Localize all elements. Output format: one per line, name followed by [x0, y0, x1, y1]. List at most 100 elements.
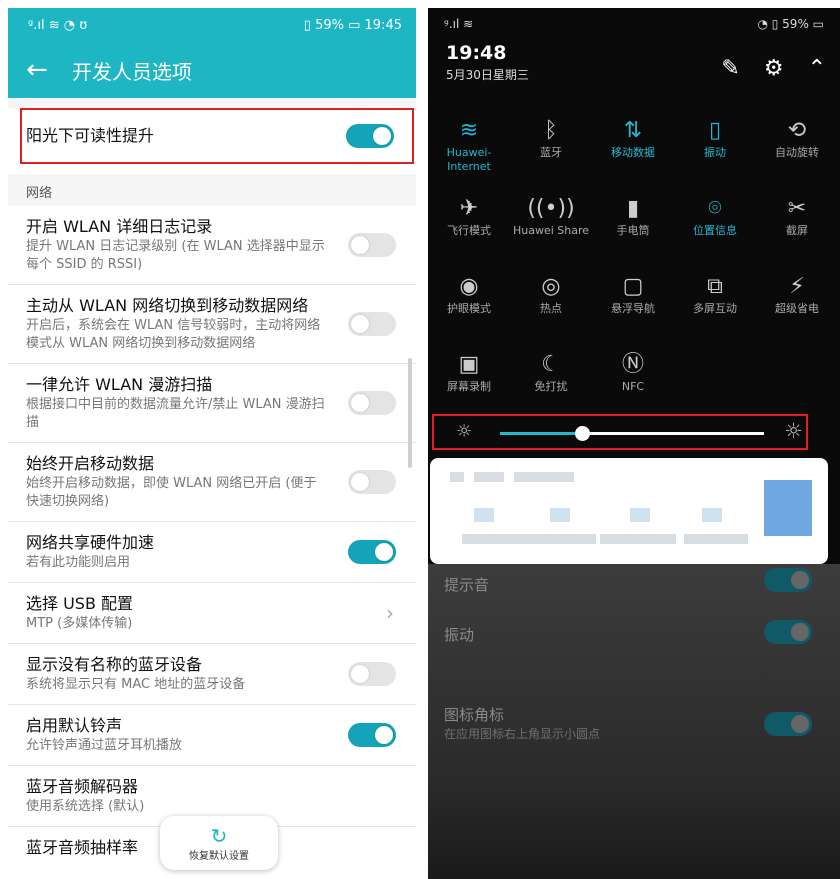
tile-label: 振动: [704, 146, 726, 159]
quick-tile[interactable]: ▯ 振动: [674, 116, 756, 194]
scrollbar[interactable]: [408, 358, 412, 468]
tile-label: Huawei- Internet: [446, 146, 492, 173]
signal-wifi-icons: ᵍ.ıl ≋: [444, 17, 474, 31]
brightness-bar: ☼ ☼: [432, 414, 808, 450]
battery-icon: ▭: [808, 17, 824, 31]
tile-icon: ✈: [459, 196, 479, 221]
tile-label: 超级省电: [775, 302, 819, 315]
tile-label: 悬浮导航: [611, 302, 655, 315]
quick-tile[interactable]: ⇅ 移动数据: [592, 116, 674, 194]
row-title: 网络共享硬件加速: [26, 533, 155, 552]
blurred-thumbnail: [764, 480, 812, 536]
settings-row[interactable]: 网络共享硬件加速 若有此功能则启用: [8, 522, 416, 583]
tile-icon: ((•)): [527, 196, 575, 221]
row-title: 始终开启移动数据: [26, 454, 155, 473]
left-phone-screen: ᵍ.ıl ≋ ◔ ʊ ▯ 59% ▭ 19:45 ← 开发人员选项 阳光下可读性…: [8, 8, 416, 879]
chevron-up-icon[interactable]: ⌃: [808, 56, 826, 81]
toggle-switch[interactable]: [348, 233, 396, 257]
toggle-knob: [791, 571, 809, 589]
blurred-content: [450, 472, 464, 482]
row-title: 一律允许 WLAN 漫游扫描: [26, 375, 213, 394]
tile-label: 蓝牙: [540, 146, 562, 159]
toggle-switch[interactable]: [348, 723, 396, 747]
row-subtitle: 使用系统选择 (默认): [26, 799, 145, 814]
settings-row[interactable]: 一律允许 WLAN 漫游扫描 根据接口中目前的数据流量允许/禁止 WLAN 漫游扫…: [8, 364, 416, 443]
quick-tile[interactable]: ⌾ 位置信息: [674, 194, 756, 272]
tile-label: Huawei Share: [512, 224, 590, 237]
dim-toggle: [764, 568, 812, 592]
settings-row[interactable]: 始终开启移动数据 始终开启移动数据，即使 WLAN 网络已开启 (便于快速切换网络…: [8, 443, 416, 522]
back-arrow-icon[interactable]: ←: [26, 57, 62, 83]
quick-tile[interactable]: ◎ 热点: [510, 272, 592, 350]
dimmed-settings-background: 提示音 振动 图标角标 在应用图标右上角显示小圆点: [428, 564, 840, 879]
row-subtitle: 允许铃声通过蓝牙耳机播放: [26, 738, 183, 753]
restore-defaults-button[interactable]: ↻ 恢复默认设置: [160, 816, 278, 870]
restore-icon: ↻: [210, 823, 228, 848]
tile-label: 自动旋转: [775, 146, 819, 159]
battery-area: ◔ ▯ 59% ▭: [757, 17, 824, 31]
blurred-content: [514, 472, 574, 482]
chevron-right-icon: ›: [386, 601, 394, 625]
quick-tile[interactable]: ▮ 手电筒: [592, 194, 674, 272]
blurred-content: [474, 472, 504, 482]
quick-tile[interactable]: ✂ 截屏: [756, 194, 838, 272]
tile-label: 截屏: [786, 224, 808, 237]
quick-tile[interactable]: ◉ 护眼模式: [428, 272, 510, 350]
quick-tile[interactable]: ⚡ 超级省电: [756, 272, 838, 350]
toggle-knob: [375, 543, 393, 561]
status-bar: ᵍ.ıl ≋ ◔ ▯ 59% ▭: [428, 8, 840, 40]
tile-label: NFC: [621, 380, 645, 393]
toggle-switch[interactable]: [348, 540, 396, 564]
blurred-content: [702, 508, 722, 522]
restore-label: 恢复默认设置: [189, 850, 249, 862]
toggle-switch[interactable]: [346, 123, 394, 148]
brightness-low-icon: ☼: [456, 421, 473, 442]
tile-icon: ⧉: [707, 274, 723, 299]
settings-row[interactable]: 开启 WLAN 详细日志记录 提升 WLAN 日志记录级别 (在 WLAN 选择器…: [8, 206, 416, 285]
gear-icon[interactable]: ⚙: [764, 56, 784, 81]
blurred-content: [600, 534, 676, 544]
tile-icon: ⟲: [787, 118, 807, 143]
toggle-knob: [351, 473, 369, 491]
quick-tile[interactable]: ▢ 悬浮导航: [592, 272, 674, 350]
notification-header: 19:48 5月30日星期三 ✎ ⚙ ⌃: [428, 40, 840, 102]
tile-icon: ≋: [459, 118, 479, 143]
toggle-knob: [791, 623, 809, 641]
tile-icon: ᛒ: [544, 118, 558, 143]
edit-icon[interactable]: ✎: [721, 56, 739, 81]
tile-icon: ✂: [787, 196, 807, 221]
brightness-slider-thumb[interactable]: [574, 426, 590, 441]
quick-tile[interactable]: ✈ 飞行模式: [428, 194, 510, 272]
tile-label: 移动数据: [611, 146, 655, 159]
tile-label: 免打扰: [534, 380, 568, 393]
battery-percent: 59%: [315, 17, 344, 33]
row-title: 主动从 WLAN 网络切换到移动数据网络: [26, 296, 309, 315]
toggle-knob: [351, 665, 369, 683]
quick-settings-row: ✈ 飞行模式 ((•)) Huawei Share ▮ 手电筒 ⌾ 位置信息 ✂ 截屏: [428, 194, 840, 272]
tile-icon: ◉: [459, 274, 479, 299]
battery-icon: ▭: [348, 17, 365, 33]
sunlight-readability-row[interactable]: 阳光下可读性提升: [20, 108, 414, 164]
quick-tile[interactable]: ((•)) Huawei Share: [510, 194, 592, 272]
quick-tile[interactable]: ⧉ 多屏互动: [674, 272, 756, 350]
notification-card[interactable]: [430, 458, 828, 564]
toggle-knob: [373, 126, 391, 145]
quick-tile[interactable]: ᛒ 蓝牙: [510, 116, 592, 194]
toggle-switch[interactable]: [348, 662, 396, 686]
settings-row[interactable]: 显示没有名称的蓝牙设备 系统将显示只有 MAC 地址的蓝牙设备: [8, 644, 416, 705]
settings-row[interactable]: 启用默认铃声 允许铃声通过蓝牙耳机播放: [8, 705, 416, 766]
status-bar: ᵍ.ıl ≋ ◔ ʊ ▯ 59% ▭ 19:45: [8, 8, 416, 42]
toggle-switch[interactable]: [348, 312, 396, 336]
quick-tile[interactable]: ≋ Huawei- Internet: [428, 116, 510, 194]
blurred-content: [630, 508, 650, 522]
tile-label: 屏幕录制: [447, 380, 491, 393]
toggle-switch[interactable]: [348, 391, 396, 415]
toggle-knob: [351, 236, 369, 254]
settings-row[interactable]: 主动从 WLAN 网络切换到移动数据网络 开启后，系统会在 WLAN 信号较弱时，…: [8, 285, 416, 364]
settings-list: 开启 WLAN 详细日志记录 提升 WLAN 日志记录级别 (在 WLAN 选择器…: [8, 206, 416, 879]
quick-tile[interactable]: ⟲ 自动旋转: [756, 116, 838, 194]
row-title: 显示没有名称的蓝牙设备: [26, 655, 203, 674]
brightness-track[interactable]: [500, 426, 764, 441]
settings-row[interactable]: 选择 USB 配置 MTP (多媒体传输) ›: [8, 583, 416, 644]
toggle-switch[interactable]: [348, 470, 396, 494]
